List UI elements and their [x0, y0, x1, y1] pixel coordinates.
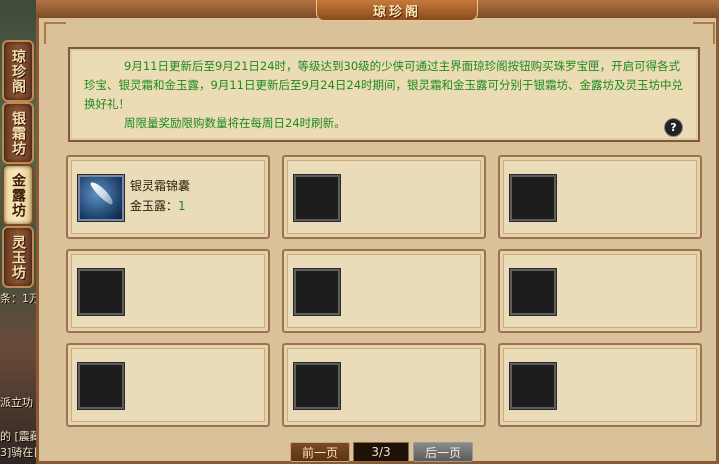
prev-page-button[interactable]: 前一页	[290, 442, 350, 462]
info-box: 9月11日更新后至9月21日24时，等级达到30级的少侠可通过主界面琼珍阁按钮购…	[68, 47, 700, 142]
tab-yinshuangfang[interactable]: 银霜坊	[2, 102, 34, 164]
next-page-button[interactable]: 后一页	[413, 442, 473, 462]
info-paragraph-1: 9月11日更新后至9月21日24时，等级达到30级的少侠可通过主界面琼珍阁按钮购…	[84, 59, 684, 111]
title-plate: 琼珍阁	[316, 0, 478, 21]
tab-jinlufang[interactable]: 金露坊	[2, 164, 34, 226]
window-title: 琼珍阁	[372, 4, 421, 20]
pagination: 前一页 3/3 后一页	[0, 442, 719, 462]
item-cell[interactable]	[282, 249, 486, 333]
empty-slot[interactable]	[78, 269, 124, 315]
corner-ornament	[44, 22, 66, 44]
item-slot[interactable]	[78, 175, 124, 221]
info-paragraph-2: 周限量奖励限购数量将在每周日24时刷新。	[124, 116, 346, 130]
tab-label: 金露坊	[10, 172, 26, 218]
item-cell[interactable]	[66, 343, 270, 427]
corner-ornament	[693, 22, 715, 44]
item-cell[interactable]	[282, 155, 486, 239]
tab-qiongzhenge[interactable]: 琼珍阁	[2, 40, 34, 102]
empty-slot[interactable]	[294, 175, 340, 221]
item-cost: 金玉露：1	[130, 197, 186, 214]
tab-label: 琼珍阁	[10, 48, 26, 94]
cost-label: 金玉露：	[130, 199, 179, 213]
item-cell[interactable]	[498, 343, 702, 427]
item-cell[interactable]: 银灵霜锦囊 金玉露：1	[66, 155, 270, 239]
page-indicator: 3/3	[353, 442, 409, 462]
empty-slot[interactable]	[510, 175, 556, 221]
empty-slot[interactable]	[510, 269, 556, 315]
empty-slot[interactable]	[78, 363, 124, 409]
tab-lingyufang[interactable]: 灵玉坊	[2, 226, 34, 288]
cost-value: 1	[178, 199, 186, 213]
tab-label: 灵玉坊	[10, 234, 26, 280]
tab-label: 银霜坊	[10, 110, 26, 156]
item-cell[interactable]	[498, 249, 702, 333]
item-cell[interactable]	[498, 155, 702, 239]
background-chat-text-2: 派立功	[0, 396, 33, 409]
item-name: 银灵霜锦囊	[130, 179, 191, 193]
info-text: 9月11日更新后至9月21日24时，等级达到30级的少侠可通过主界面琼珍阁按钮购…	[84, 57, 684, 133]
question-icon[interactable]: ?	[664, 118, 683, 137]
item-cell[interactable]	[282, 343, 486, 427]
item-cell[interactable]	[66, 249, 270, 333]
empty-slot[interactable]	[510, 363, 556, 409]
empty-slot[interactable]	[294, 269, 340, 315]
empty-slot[interactable]	[294, 363, 340, 409]
feather-icon	[88, 179, 116, 207]
item-grid: 银灵霜锦囊 金玉露：1	[66, 155, 702, 431]
